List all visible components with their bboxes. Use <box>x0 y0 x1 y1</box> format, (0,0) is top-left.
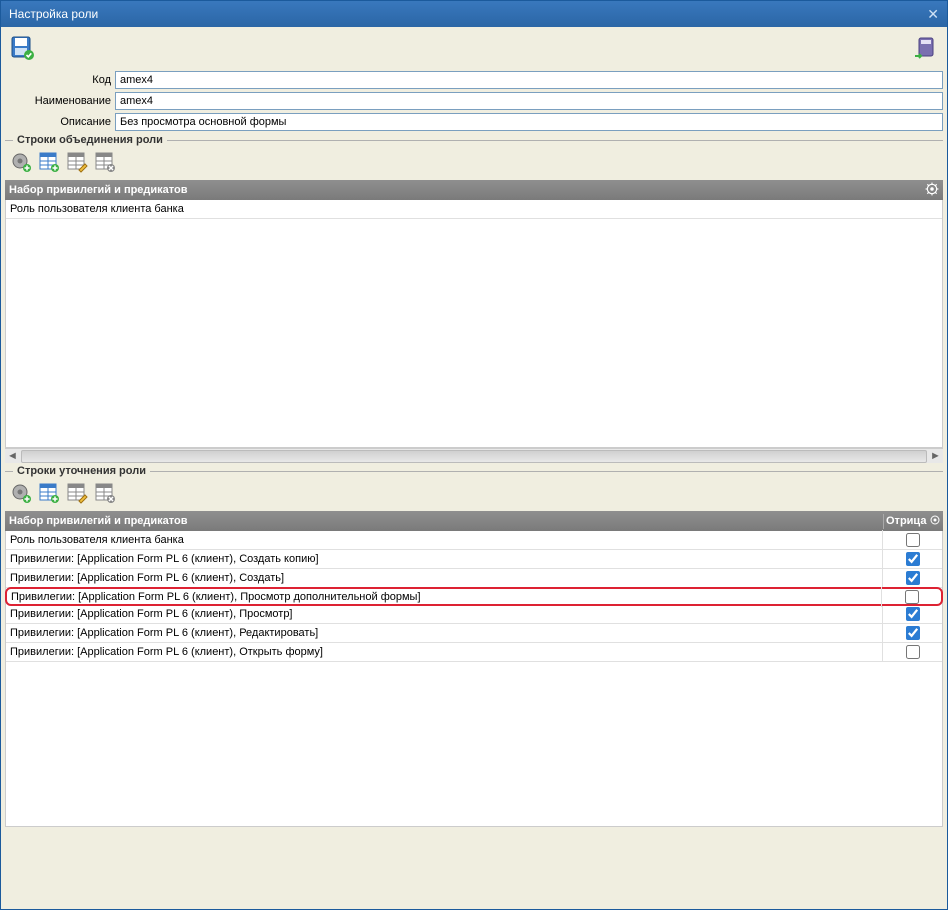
neg-column-label: Отрица <box>886 515 926 527</box>
refine-grid: Роль пользователя клиента банка Привилег… <box>5 531 943 827</box>
desc-input[interactable] <box>115 113 943 131</box>
refine-label: Строки уточнения роли <box>13 465 150 477</box>
row-text: Привилегии: [Application Form PL 6 (клие… <box>6 572 882 584</box>
code-label: Код <box>5 74 115 86</box>
neg-checkbox[interactable] <box>906 571 920 585</box>
grid-row[interactable]: Роль пользователя клиента банка <box>6 531 942 550</box>
union-label: Строки объединения роли <box>13 134 167 146</box>
union-toolbar <box>5 148 943 180</box>
name-label: Наименование <box>5 95 115 107</box>
title-bar: Настройка роли ✕ <box>1 1 947 27</box>
desc-label: Описание <box>5 116 115 128</box>
field-desc-row: Описание <box>5 113 943 131</box>
name-input[interactable] <box>115 92 943 110</box>
window-title: Настройка роли <box>9 7 98 21</box>
app-window: Настройка роли ✕ Код Наимен <box>0 0 948 910</box>
gear-add-icon[interactable] <box>9 481 33 505</box>
scroll-track[interactable] <box>21 450 927 463</box>
grid-delete-icon[interactable] <box>93 150 117 174</box>
field-code-row: Код <box>5 71 943 89</box>
row-text: Роль пользователя клиента банка <box>6 534 882 546</box>
export-icon[interactable] <box>911 34 939 62</box>
neg-checkbox[interactable] <box>905 590 919 604</box>
union-row[interactable]: Роль пользователя клиента банка <box>6 200 942 219</box>
gear-icon[interactable] <box>929 514 941 529</box>
main-toolbar <box>1 27 947 69</box>
row-text: Привилегии: [Application Form PL 6 (клие… <box>6 646 882 658</box>
grid-delete-icon[interactable] <box>93 481 117 505</box>
gear-icon[interactable] <box>925 182 939 199</box>
gear-add-icon[interactable] <box>9 150 33 174</box>
row-text: Привилегии: [Application Form PL 6 (клие… <box>7 591 881 603</box>
refine-toolbar <box>5 479 943 511</box>
grid-row[interactable]: Привилегии: [Application Form PL 6 (клие… <box>6 643 942 662</box>
grid-row-highlighted[interactable]: Привилегии: [Application Form PL 6 (клие… <box>5 587 943 606</box>
grid-add-icon[interactable] <box>37 481 61 505</box>
grid-row[interactable]: Привилегии: [Application Form PL 6 (клие… <box>6 550 942 569</box>
scroll-left-icon[interactable]: ◄ <box>5 449 20 464</box>
grid-edit-icon[interactable] <box>65 481 89 505</box>
close-icon[interactable]: ✕ <box>927 6 939 23</box>
scroll-right-icon[interactable]: ► <box>928 449 943 464</box>
grid-add-icon[interactable] <box>37 150 61 174</box>
union-header-label: Набор привилегий и предикатов <box>9 184 188 196</box>
field-name-row: Наименование <box>5 92 943 110</box>
neg-checkbox[interactable] <box>906 607 920 621</box>
refine-header-label: Набор привилегий и предикатов <box>5 515 883 527</box>
row-text: Привилегии: [Application Form PL 6 (клие… <box>6 553 882 565</box>
row-text: Привилегии: [Application Form PL 6 (клие… <box>6 608 882 620</box>
union-fieldset: Строки объединения роли <box>5 134 943 146</box>
neg-checkbox[interactable] <box>906 552 920 566</box>
neg-checkbox[interactable] <box>906 626 920 640</box>
union-body: Роль пользователя клиента банка <box>5 200 943 448</box>
row-text: Привилегии: [Application Form PL 6 (клие… <box>6 627 882 639</box>
grid-row[interactable]: Привилегии: [Application Form PL 6 (клие… <box>6 569 942 588</box>
neg-checkbox[interactable] <box>906 645 920 659</box>
code-input[interactable] <box>115 71 943 89</box>
grid-row[interactable]: Привилегии: [Application Form PL 6 (клие… <box>6 605 942 624</box>
refine-grid-header: Набор привилегий и предикатов Отрица <box>5 511 943 531</box>
union-header: Набор привилегий и предикатов <box>5 180 943 200</box>
form-area: Код Наименование Описание Строки объедин… <box>1 69 947 831</box>
grid-row[interactable]: Привилегии: [Application Form PL 6 (клие… <box>6 624 942 643</box>
refine-fieldset: Строки уточнения роли <box>5 465 943 477</box>
save-icon[interactable] <box>9 34 37 62</box>
grid-edit-icon[interactable] <box>65 150 89 174</box>
neg-checkbox[interactable] <box>906 533 920 547</box>
horizontal-scrollbar[interactable]: ◄ ► <box>5 448 943 463</box>
